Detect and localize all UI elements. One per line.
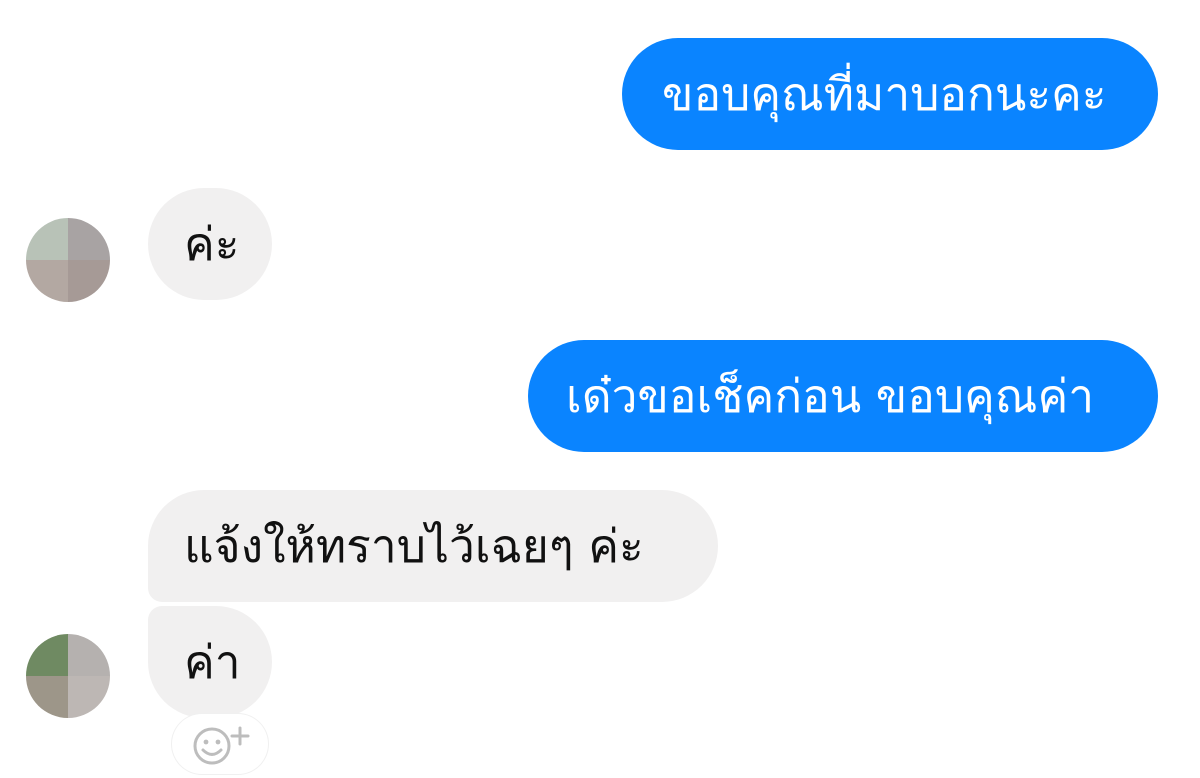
avatar-pixel xyxy=(68,676,110,718)
outgoing-message-bubble[interactable]: ขอบคุณที่มาบอกนะคะ xyxy=(622,38,1158,150)
add-reaction-icon xyxy=(193,726,250,765)
incoming-message-bubble[interactable]: ค่ะ xyxy=(148,188,272,300)
add-reaction-button[interactable] xyxy=(172,714,268,774)
message-text: ขอบคุณที่มาบอกนะคะ xyxy=(662,67,1107,121)
avatar[interactable] xyxy=(26,218,110,302)
avatar-pixel xyxy=(26,260,68,302)
avatar-pixel xyxy=(68,634,110,676)
avatar-pixel xyxy=(68,218,110,260)
message-text: ค่ะ xyxy=(184,217,240,271)
message-text: แจ้งให้ทราบไว้เฉยๆ ค่ะ xyxy=(184,519,644,573)
incoming-message-bubble[interactable]: ค่า xyxy=(148,606,272,718)
message-text: ค่า xyxy=(184,635,241,689)
outgoing-message-bubble[interactable]: เด๋วขอเช็คก่อน ขอบคุณค่า xyxy=(528,340,1158,452)
avatar-pixel xyxy=(26,218,68,260)
avatar[interactable] xyxy=(26,634,110,718)
avatar-pixel xyxy=(68,260,110,302)
avatar-pixel xyxy=(26,634,68,676)
incoming-message-bubble[interactable]: แจ้งให้ทราบไว้เฉยๆ ค่ะ xyxy=(148,490,718,602)
message-text: เด๋วขอเช็คก่อน ขอบคุณค่า xyxy=(566,369,1095,423)
avatar-pixel xyxy=(26,676,68,718)
